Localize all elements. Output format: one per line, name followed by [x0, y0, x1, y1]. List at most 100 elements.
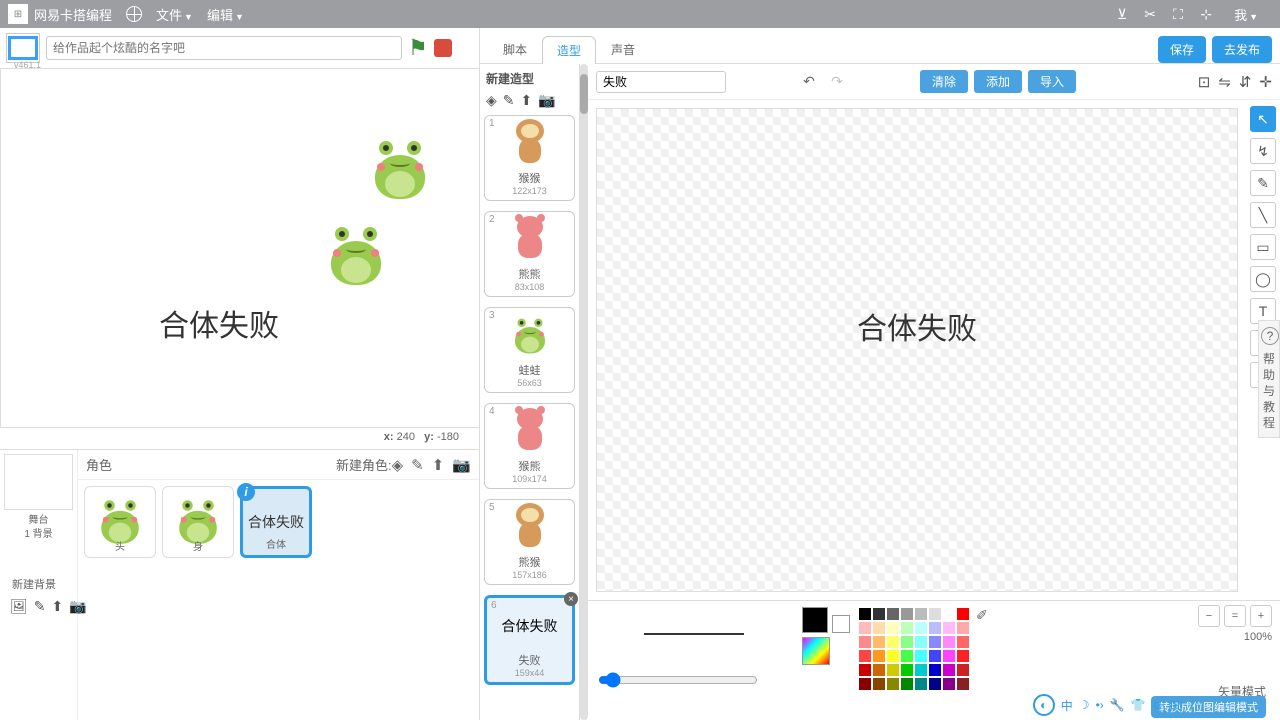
green-flag-icon[interactable]: ⚑ — [408, 35, 428, 61]
center-icon[interactable]: ✛ — [1259, 73, 1272, 91]
palette-swatch[interactable] — [886, 649, 900, 663]
tab-costumes[interactable]: 造型 — [542, 36, 596, 64]
costume-item-猴猴[interactable]: 1猴猴122x173 — [484, 115, 575, 201]
palette-swatch[interactable] — [886, 621, 900, 635]
costume-scrollbar[interactable] — [580, 64, 588, 720]
reshape-tool[interactable]: ↯ — [1250, 138, 1276, 164]
palette-swatch[interactable] — [900, 621, 914, 635]
sprite-info-icon[interactable]: i — [237, 483, 255, 501]
palette-swatch[interactable] — [900, 649, 914, 663]
me-menu[interactable]: 我▼ — [1234, 5, 1258, 24]
sprite-camera-icon[interactable]: 📷 — [452, 456, 471, 474]
shrink-icon[interactable]: ⊹ — [1198, 6, 1214, 22]
palette-swatch[interactable] — [858, 677, 872, 691]
palette-swatch[interactable] — [928, 663, 942, 677]
costume-item-熊猴[interactable]: 5熊猴157x186 — [484, 499, 575, 585]
ime-bar[interactable]: ◐ 中 ☽ •› 🔧 👕 ☺ ⊞ — [1033, 694, 1180, 716]
costume-library-icon[interactable]: ◈ — [486, 92, 497, 109]
tab-sounds[interactable]: 声音 — [596, 35, 650, 63]
palette-swatch[interactable] — [858, 607, 872, 621]
help-icon[interactable]: ? — [1261, 327, 1279, 345]
project-name-input[interactable] — [46, 36, 402, 60]
ime-wrench-icon[interactable]: 🔧 — [1110, 698, 1125, 712]
oval-tool[interactable]: ◯ — [1250, 266, 1276, 292]
ime-grid-icon[interactable]: ⊞ — [1170, 698, 1180, 712]
palette-swatch[interactable] — [956, 621, 970, 635]
palette-swatch[interactable] — [886, 663, 900, 677]
add-button[interactable]: 添加 — [974, 70, 1022, 93]
ime-emoji-icon[interactable]: ☺ — [1152, 698, 1164, 712]
palette-swatch[interactable] — [928, 649, 942, 663]
palette-swatch[interactable] — [928, 677, 942, 691]
flip-h-icon[interactable]: ⇋ — [1218, 73, 1231, 91]
rect-tool[interactable]: ▭ — [1250, 234, 1276, 260]
backdrop-upload-icon[interactable]: ⬆ — [52, 598, 64, 615]
palette-swatch[interactable] — [928, 621, 942, 635]
palette-swatch[interactable] — [900, 663, 914, 677]
palette-swatch[interactable] — [900, 635, 914, 649]
language-icon[interactable] — [126, 6, 142, 22]
palette-swatch[interactable] — [858, 649, 872, 663]
palette-swatch[interactable] — [942, 635, 956, 649]
palette-swatch[interactable] — [914, 607, 928, 621]
stop-icon[interactable] — [434, 39, 452, 57]
palette-swatch[interactable] — [900, 607, 914, 621]
pen-tool[interactable]: ✎ — [1250, 170, 1276, 196]
palette-swatch[interactable] — [956, 635, 970, 649]
costume-item-失败[interactable]: 6×合体失败失败159x44 — [484, 595, 575, 685]
palette-swatch[interactable] — [914, 649, 928, 663]
sprite-upload-icon[interactable]: ⬆ — [432, 456, 445, 474]
zoom-in-icon[interactable]: + — [1250, 605, 1272, 627]
flip-v-icon[interactable]: ⇵ — [1239, 73, 1252, 91]
cut-icon[interactable]: ✂ — [1142, 6, 1158, 22]
palette-swatch[interactable] — [872, 635, 886, 649]
backdrop-paint-icon[interactable]: ✎ — [34, 598, 46, 615]
palette-swatch[interactable] — [914, 677, 928, 691]
help-sidebar[interactable]: ? 帮助与教程 — [1258, 320, 1280, 438]
sprite-thumb-combine[interactable]: i 合体失败 合体 — [240, 486, 312, 558]
palette-swatch[interactable] — [858, 621, 872, 635]
palette-swatch[interactable] — [872, 677, 886, 691]
zoom-out-icon[interactable]: − — [1198, 605, 1220, 627]
presentation-icon[interactable] — [6, 33, 40, 63]
palette-swatch[interactable] — [942, 677, 956, 691]
paint-canvas[interactable]: 合体失败 — [596, 108, 1238, 592]
color-palette[interactable] — [858, 607, 970, 714]
ime-lang[interactable]: 中 — [1061, 697, 1073, 714]
secondary-color-swatch[interactable] — [832, 615, 850, 633]
palette-swatch[interactable] — [914, 635, 928, 649]
palette-swatch[interactable] — [914, 663, 928, 677]
palette-swatch[interactable] — [872, 607, 886, 621]
import-button[interactable]: 导入 — [1028, 70, 1076, 93]
costume-paint-icon[interactable]: ✎ — [503, 92, 515, 109]
stamp-icon[interactable]: ⊻ — [1114, 6, 1130, 22]
stage-text-sprite[interactable]: 合体失败 — [159, 301, 279, 345]
palette-swatch[interactable] — [858, 663, 872, 677]
line-tool[interactable]: ╲ — [1250, 202, 1276, 228]
palette-swatch[interactable] — [886, 677, 900, 691]
palette-swatch[interactable] — [928, 635, 942, 649]
sprite-library-icon[interactable]: ◈ — [392, 456, 404, 474]
palette-swatch[interactable] — [942, 621, 956, 635]
palette-swatch[interactable] — [900, 677, 914, 691]
canvas-text[interactable]: 合体失败 — [857, 304, 977, 348]
costume-camera-icon[interactable]: 📷 — [538, 92, 555, 109]
costume-upload-icon[interactable]: ⬆ — [521, 92, 533, 109]
palette-swatch[interactable] — [942, 663, 956, 677]
frog-sprite-2[interactable] — [327, 227, 385, 285]
palette-swatch[interactable] — [872, 663, 886, 677]
publish-button[interactable]: 去发布 — [1212, 36, 1272, 63]
palette-swatch[interactable] — [956, 607, 970, 621]
palette-swatch[interactable] — [956, 677, 970, 691]
stage-thumbnail[interactable] — [4, 454, 73, 510]
palette-swatch[interactable] — [956, 649, 970, 663]
save-button[interactable]: 保存 — [1158, 36, 1206, 63]
clear-button[interactable]: 清除 — [920, 70, 968, 93]
costume-item-蛙蛙[interactable]: 3蛙蛙56x63 — [484, 307, 575, 393]
palette-swatch[interactable] — [886, 607, 900, 621]
palette-swatch[interactable] — [942, 649, 956, 663]
palette-swatch[interactable] — [956, 663, 970, 677]
tab-scripts[interactable]: 脚本 — [488, 35, 542, 63]
palette-swatch[interactable] — [872, 621, 886, 635]
file-menu[interactable]: 文件▼ — [156, 5, 193, 24]
